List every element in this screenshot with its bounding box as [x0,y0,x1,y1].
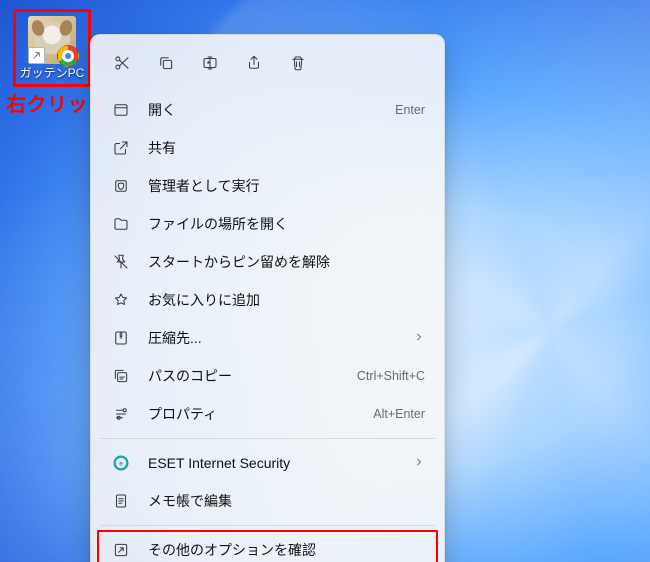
menu-separator [100,438,435,439]
share-button[interactable] [234,45,274,81]
menu-item-share[interactable]: 共有 [96,129,439,167]
chevron-right-icon [403,456,425,471]
unpin-icon [110,251,132,273]
context-menu: 開くEnter 共有管理者として実行ファイルの場所を開くスタートからピン留めを解除… [90,34,445,562]
moreoptions-icon [110,539,132,561]
menu-item-open[interactable]: 開くEnter [96,91,439,129]
menu-item-shortcut: Enter [385,103,425,117]
quick-actions-row [96,41,439,89]
scissors-icon [113,54,131,72]
cut-button[interactable] [102,45,142,81]
notepad-icon [110,490,132,512]
menu-item-shortcut: Ctrl+Shift+C [347,369,425,383]
menu-item-copypath[interactable]: パスのコピーCtrl+Shift+C [96,357,439,395]
menu-item-properties[interactable]: プロパティAlt+Enter [96,395,439,433]
menu-item-eset[interactable]: ESET Internet Security [96,444,439,482]
open-icon [110,99,132,121]
menu-item-admin[interactable]: 管理者として実行 [96,167,439,205]
menu-item-label: お気に入りに追加 [148,290,425,310]
chevron-right-icon [403,331,425,346]
menu-item-moreoptions[interactable]: その他のオプションを確認 [96,531,439,562]
menu-item-label: 共有 [148,138,425,158]
delete-button[interactable] [278,45,318,81]
menu-item-label: その他のオプションを確認 [148,540,425,560]
menu-item-unpin[interactable]: スタートからピン留めを解除 [96,243,439,281]
share-icon [245,54,263,72]
copy-icon [157,54,175,72]
menu-item-notepad[interactable]: メモ帳で編集 [96,482,439,520]
menu-item-label: メモ帳で編集 [148,491,425,511]
menu-list: 開くEnter 共有管理者として実行ファイルの場所を開くスタートからピン留めを解除… [96,89,439,562]
menu-item-label: 管理者として実行 [148,176,425,196]
copy-button[interactable] [146,45,186,81]
menu-item-compress[interactable]: 圧縮先... [96,319,439,357]
menu-separator [100,525,435,526]
menu-item-folder[interactable]: ファイルの場所を開く [96,205,439,243]
shortcut-arrow-overlay [28,47,45,64]
eset-icon [110,452,132,474]
shortcut-label: ガッテンPC [16,66,88,80]
favorite-icon [110,289,132,311]
menu-item-label: ESET Internet Security [148,455,403,471]
menu-item-label: 圧縮先... [148,328,403,348]
folder-icon [110,213,132,235]
trash-icon [289,54,307,72]
desktop-shortcut[interactable]: ガッテンPC [13,9,91,87]
rename-icon [201,54,219,72]
menu-item-shortcut: Alt+Enter [363,407,425,421]
shortcut-thumbnail [28,16,76,64]
menu-item-label: ファイルの場所を開く [148,214,425,234]
chrome-badge-icon [57,45,79,67]
rename-button[interactable] [190,45,230,81]
properties-icon [110,403,132,425]
menu-item-label: プロパティ [148,404,363,424]
menu-item-label: スタートからピン留めを解除 [148,252,425,272]
menu-item-label: 開く [148,100,385,120]
menu-item-favorite[interactable]: お気に入りに追加 [96,281,439,319]
compress-icon [110,327,132,349]
copypath-icon [110,365,132,387]
admin-icon [110,175,132,197]
share-icon [110,137,132,159]
menu-item-label: パスのコピー [148,366,347,386]
